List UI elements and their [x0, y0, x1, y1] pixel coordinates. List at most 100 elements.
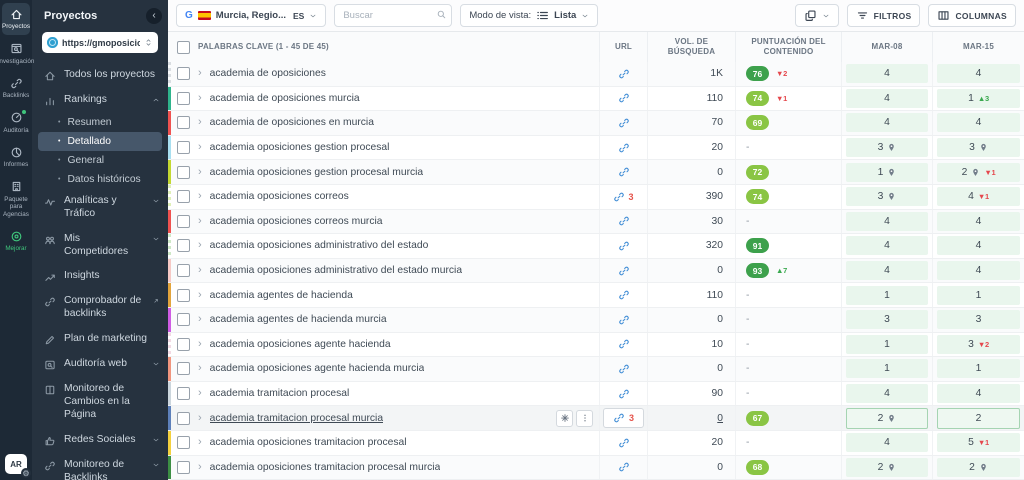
sidebar-item-monitoreo-de-backlinks[interactable]: Monitoreo de Backlinks: [32, 453, 168, 480]
expand-caret-icon[interactable]: ›: [198, 413, 202, 424]
select-all-checkbox[interactable]: [177, 41, 190, 54]
sidebar-item-plan-de-marketing[interactable]: Plan de marketing: [32, 327, 168, 352]
date2-header[interactable]: MAR-15: [933, 32, 1024, 62]
sidebar-item-comprobador-de-backlinks[interactable]: Comprobador de backlinks: [32, 289, 168, 327]
iconbar-item-proyectos[interactable]: Proyectos: [2, 3, 30, 35]
position-cell[interactable]: 4: [846, 261, 928, 280]
position-cell[interactable]: 3: [846, 138, 928, 157]
url-link-icon[interactable]: [618, 437, 630, 449]
content-score-badge[interactable]: 68: [746, 460, 769, 475]
search-input[interactable]: [334, 4, 452, 27]
keyword-link[interactable]: academia oposiciones administrativo del …: [210, 265, 462, 276]
row-checkbox[interactable]: [177, 67, 190, 80]
expand-caret-icon[interactable]: ›: [198, 216, 202, 227]
position-cell[interactable]: 3: [937, 138, 1020, 157]
keywords-header[interactable]: PALABRAS CLAVE (1 - 45 DE 45): [198, 42, 329, 52]
url-link-icon[interactable]: [618, 338, 630, 350]
table-row[interactable]: ›academia de oposiciones murcia11074▼141…: [168, 87, 1024, 112]
url-link-icon[interactable]: [613, 191, 625, 203]
row-checkbox[interactable]: [177, 92, 190, 105]
expand-caret-icon[interactable]: ›: [198, 339, 202, 350]
sidebar-item-mis-competidores[interactable]: Mis Competidores: [32, 227, 168, 265]
position-cell[interactable]: 2▼1: [937, 163, 1020, 182]
table-row[interactable]: ›academia tramitacion procesal90-44: [168, 382, 1024, 407]
row-checkbox[interactable]: [177, 239, 190, 252]
position-cell[interactable]: 4: [937, 384, 1020, 403]
row-checkbox[interactable]: [177, 313, 190, 326]
expand-caret-icon[interactable]: ›: [198, 167, 202, 178]
position-cell[interactable]: 4: [846, 64, 928, 83]
position-cell[interactable]: 1: [846, 335, 928, 354]
content-score-badge[interactable]: 93: [746, 263, 769, 278]
url-link-icon[interactable]: [618, 388, 630, 400]
position-cell[interactable]: 4: [937, 212, 1020, 231]
content-score-badge[interactable]: 69: [746, 115, 769, 130]
table-row[interactable]: ›academia oposiciones tramitacion proces…: [168, 456, 1024, 480]
row-checkbox[interactable]: [177, 190, 190, 203]
row-checkbox[interactable]: [177, 412, 190, 425]
keyword-link[interactable]: academia oposiciones tramitacion procesa…: [210, 437, 407, 448]
row-checkbox[interactable]: [177, 264, 190, 277]
row-checkbox[interactable]: [177, 141, 190, 154]
position-cell[interactable]: 3: [846, 310, 928, 329]
keyword-link[interactable]: academia tramitacion procesal: [210, 388, 350, 399]
position-cell[interactable]: 1▲3: [937, 89, 1020, 108]
row-checkbox[interactable]: [177, 362, 190, 375]
content-score-badge[interactable]: 91: [746, 238, 769, 253]
user-avatar[interactable]: AR ⚙: [5, 454, 27, 474]
expand-caret-icon[interactable]: ›: [198, 68, 202, 79]
table-row[interactable]: ›academia oposiciones gestion procesal20…: [168, 136, 1024, 161]
url-link-icon[interactable]: [618, 363, 630, 375]
iconbar-item-backlinks[interactable]: Backlinks: [2, 72, 30, 104]
filters-button[interactable]: FILTROS: [847, 4, 921, 27]
search-engine-selector[interactable]: G Murcia, Regio... ES: [176, 4, 326, 27]
gear-icon[interactable]: ⚙: [21, 468, 31, 478]
row-checkbox[interactable]: [177, 461, 190, 474]
expand-caret-icon[interactable]: ›: [198, 363, 202, 374]
table-row[interactable]: ›academia oposiciones gestion procesal m…: [168, 160, 1024, 185]
url-link-icon[interactable]: [618, 289, 630, 301]
url-link-icon[interactable]: [618, 117, 630, 129]
expand-caret-icon[interactable]: ›: [198, 290, 202, 301]
collapse-panel-button[interactable]: ‹: [146, 8, 162, 24]
position-cell[interactable]: 4: [846, 212, 928, 231]
keyword-link[interactable]: academia de oposiciones: [210, 68, 326, 79]
expand-caret-icon[interactable]: ›: [198, 265, 202, 276]
sidebar-item-detallado[interactable]: •Detallado: [38, 132, 162, 151]
keyword-link[interactable]: academia oposiciones correos: [210, 191, 349, 202]
url-link-icon[interactable]: [613, 412, 625, 424]
iconbar-item-investigacion[interactable]: Investigación: [2, 38, 30, 70]
expand-caret-icon[interactable]: ›: [198, 117, 202, 128]
row-checkbox[interactable]: [177, 387, 190, 400]
url-link-icon[interactable]: [618, 92, 630, 104]
table-row[interactable]: ›academia oposiciones correos murcia30-4…: [168, 210, 1024, 235]
sidebar-item-analiticas-y-trafico[interactable]: Analíticas y Tráfico: [32, 189, 168, 227]
table-row[interactable]: ›academia agentes de hacienda110-11: [168, 283, 1024, 308]
expand-caret-icon[interactable]: ›: [198, 240, 202, 251]
copy-dropdown-button[interactable]: [795, 4, 839, 27]
iconbar-item-informes[interactable]: Informes: [2, 141, 30, 173]
expand-caret-icon[interactable]: ›: [198, 191, 202, 202]
url-link-icon[interactable]: [618, 314, 630, 326]
table-row[interactable]: ›academia agentes de hacienda murcia0-33: [168, 308, 1024, 333]
row-checkbox[interactable]: [177, 116, 190, 129]
position-cell[interactable]: 4: [937, 64, 1020, 83]
url-link-icon[interactable]: [618, 68, 630, 80]
sidebar-item-auditoria-web[interactable]: Auditoría web: [32, 352, 168, 377]
table-row[interactable]: ›academia de oposiciones1K76▼244: [168, 62, 1024, 87]
date1-header[interactable]: MAR-08: [842, 32, 933, 62]
content-score-badge[interactable]: 67: [746, 411, 769, 426]
keyword-link[interactable]: academia oposiciones tramitacion procesa…: [210, 462, 441, 473]
sidebar-item-insights[interactable]: Insights: [32, 264, 168, 289]
serp-features-button[interactable]: [556, 410, 573, 427]
position-cell[interactable]: 3: [846, 187, 928, 206]
sidebar-item-todos-los-proyectos[interactable]: Todos los proyectos: [32, 63, 168, 88]
row-checkbox[interactable]: [177, 338, 190, 351]
content-score-badge[interactable]: 72: [746, 165, 769, 180]
keyword-link[interactable]: academia oposiciones gestion procesal: [210, 142, 390, 153]
url-link-icon[interactable]: [618, 461, 630, 473]
position-cell[interactable]: 4: [846, 89, 928, 108]
table-row[interactable]: ›academia tramitacion procesal murcia306…: [168, 406, 1024, 431]
url-link-icon[interactable]: [618, 142, 630, 154]
table-row[interactable]: ›academia oposiciones correos33907434▼1: [168, 185, 1024, 210]
